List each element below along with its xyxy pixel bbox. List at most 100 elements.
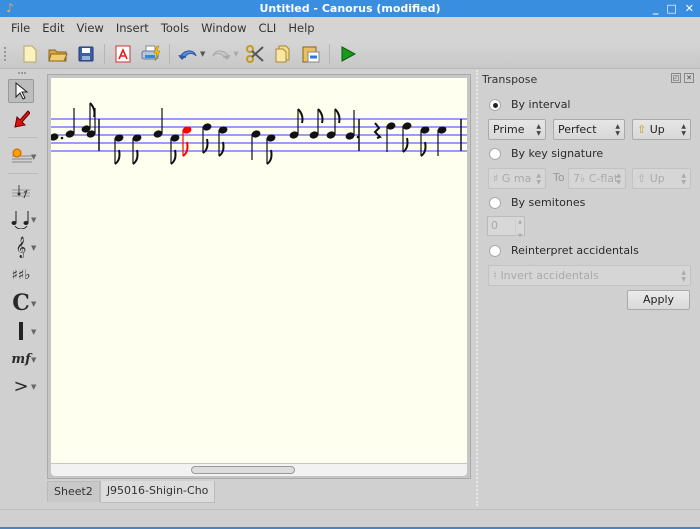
score-view (47, 74, 471, 479)
spin-arrows-icon: ▲ ▼ (616, 172, 621, 186)
key-direction-select[interactable]: ⇧ Up ▲ ▼ (632, 168, 691, 189)
menu-file[interactable]: File (5, 21, 36, 35)
semitones-spinbox[interactable]: 0 ▲ ▼ (487, 216, 525, 240)
dock-title: Transpose (482, 73, 538, 86)
invert-accidentals-select[interactable]: ♮ Invert accidentals ▲ ▼ (488, 265, 691, 286)
common-time-icon: C (12, 290, 30, 316)
dock-float-button[interactable]: ◰ (671, 73, 681, 83)
from-key-select[interactable]: ♯ G ma ▲ ▼ (488, 168, 546, 189)
treble-clef-icon: 𝄞 (15, 236, 27, 258)
toolbar-separator (104, 43, 105, 64)
menu-tools[interactable]: Tools (155, 21, 195, 35)
by-key-signature-label: By key signature (511, 147, 604, 160)
radio-indicator[interactable] (489, 244, 501, 257)
note-flag[interactable] (317, 108, 324, 124)
radio-indicator[interactable] (489, 196, 501, 209)
dock-splitter[interactable] (476, 70, 479, 506)
menu-help[interactable]: Help (282, 21, 320, 35)
sheet-tab-sheet2[interactable]: Sheet2 (47, 481, 100, 502)
maximize-button[interactable]: □ (666, 0, 676, 17)
note-flag[interactable] (420, 141, 427, 157)
note-flag[interactable] (266, 149, 273, 165)
note-flag[interactable] (402, 137, 409, 153)
arrow-pointer-icon (15, 82, 28, 100)
close-button[interactable]: ✕ (685, 0, 694, 17)
copy-button[interactable] (272, 43, 294, 65)
apply-button[interactable]: Apply (627, 290, 690, 310)
note-dot[interactable] (356, 135, 360, 139)
menu-edit[interactable]: Edit (36, 21, 70, 35)
by-interval-radio[interactable]: By interval (489, 98, 571, 111)
redo-button[interactable] (210, 43, 232, 65)
by-semitones-radio[interactable]: By semitones (489, 196, 585, 209)
spin-arrows-icon: ▲ ▼ (681, 172, 686, 186)
spin-arrows-icon: ▲ ▼ (536, 123, 541, 137)
menu-cli[interactable]: CLI (253, 21, 283, 35)
note-flag[interactable] (170, 149, 177, 165)
barline-dropdown[interactable]: ▼ (31, 328, 36, 336)
redo-icon (212, 50, 232, 60)
note-flag[interactable] (182, 141, 189, 157)
new-document-button[interactable] (19, 43, 41, 65)
to-key-select[interactable]: 7♭ C-flat ▲ ▼ (568, 168, 626, 189)
slur-dropdown[interactable]: ▼ (31, 216, 36, 224)
quarter-rest (373, 122, 382, 139)
open-button[interactable] (47, 43, 69, 65)
menu-insert[interactable]: Insert (110, 21, 155, 35)
pdf-icon (115, 45, 131, 62)
reinterpret-accidentals-label: Reinterpret accidentals (511, 244, 639, 257)
radio-indicator[interactable] (489, 98, 501, 111)
redo-dropdown[interactable]: ▼ (233, 50, 238, 58)
spin-arrows-icon: ▲ ▼ (536, 172, 541, 186)
export-pdf-button[interactable] (112, 43, 134, 65)
note-flag[interactable] (297, 108, 304, 124)
spin-arrows-icon: ▲ ▼ (615, 123, 620, 137)
note-flag[interactable] (334, 108, 341, 124)
note-flag[interactable] (89, 102, 96, 118)
staff[interactable] (51, 78, 467, 463)
horizontal-scrollbar-thumb[interactable] (191, 466, 295, 474)
score-canvas[interactable] (51, 78, 467, 463)
paste-icon (302, 46, 320, 62)
insert-rest-button[interactable] (8, 180, 34, 204)
minimize-button[interactable]: _ (653, 0, 659, 17)
key-signature-button[interactable]: ♯♯♭ (8, 263, 34, 287)
undo-button[interactable] (177, 43, 199, 65)
dynamics-dropdown[interactable]: ▼ (31, 356, 36, 364)
select-mode-button[interactable] (8, 79, 34, 103)
horizontal-scrollbar[interactable] (51, 464, 467, 476)
cut-button[interactable] (244, 43, 266, 65)
articulation-dropdown[interactable]: ▼ (31, 383, 36, 391)
title-bar: ♪ Untitled - Canorus (modified) _ □ ✕ (0, 0, 700, 17)
time-signature-dropdown[interactable]: ▼ (31, 300, 36, 308)
menu-view[interactable]: View (71, 21, 110, 35)
undo-dropdown[interactable]: ▼ (200, 50, 205, 58)
menu-window[interactable]: Window (195, 21, 252, 35)
note-flag[interactable] (114, 149, 121, 165)
play-icon (341, 45, 356, 62)
play-button[interactable] (337, 43, 359, 65)
sheet-tab-j95016[interactable]: J95016-Shigin-Cho (99, 481, 216, 503)
direction-select[interactable]: ⇧ Up ▲ ▼ (632, 119, 691, 140)
left-toolbar-grip[interactable] (18, 72, 26, 76)
note-head[interactable] (51, 132, 59, 142)
rest-staff-icon (12, 185, 30, 199)
note-flag[interactable] (132, 149, 139, 165)
print-button[interactable] (140, 43, 162, 65)
insert-mode-button[interactable] (8, 107, 34, 131)
paste-button[interactable] (300, 43, 322, 65)
by-key-signature-radio[interactable]: By key signature (489, 147, 603, 160)
note-flag[interactable] (218, 141, 225, 157)
clef-dropdown[interactable]: ▼ (31, 244, 36, 252)
reinterpret-accidentals-radio[interactable]: Reinterpret accidentals (489, 244, 639, 257)
new-staff-dropdown[interactable]: ▼ (31, 153, 36, 161)
save-button[interactable] (75, 43, 97, 65)
radio-indicator[interactable] (489, 147, 501, 160)
spin-arrows-icon[interactable]: ▲ ▼ (515, 219, 522, 240)
sharp-flat-icon: ♯♯♭ (11, 267, 31, 283)
interval-select[interactable]: Prime ▲ ▼ (488, 119, 546, 140)
toolbar-grip[interactable] (4, 46, 10, 61)
dock-close-button[interactable]: ✕ (684, 73, 694, 83)
note-dot[interactable] (60, 136, 64, 140)
quality-select[interactable]: Perfect ▲ ▼ (553, 119, 625, 140)
